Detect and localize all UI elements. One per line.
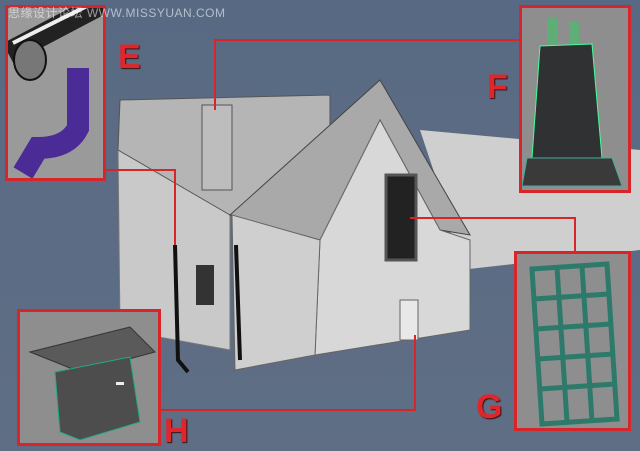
window-frame-drawing [529,261,620,427]
render-canvas: E F G H 思缘设计论坛 WWW.MISSYUAN.COM [0,0,640,451]
left-window [196,265,214,305]
chimney [201,104,233,191]
callout-label-h: H [164,412,189,450]
middle-wall [231,214,321,371]
callout-label-g: G [476,388,503,426]
watermark: 思缘设计论坛 WWW.MISSYUAN.COM [8,6,226,20]
callout-label-e: E [118,38,141,76]
detail-panel-h-bay [17,309,161,446]
bay-drawing [28,326,156,441]
chimney-drawing [522,18,623,187]
detail-panel-f-chimney [519,5,631,193]
bay-window [399,299,419,341]
callout-label-f: F [487,68,508,106]
detail-panel-g-window [514,251,631,431]
gutter-drawing [8,8,103,178]
detail-panel-e-gutter [5,5,106,181]
